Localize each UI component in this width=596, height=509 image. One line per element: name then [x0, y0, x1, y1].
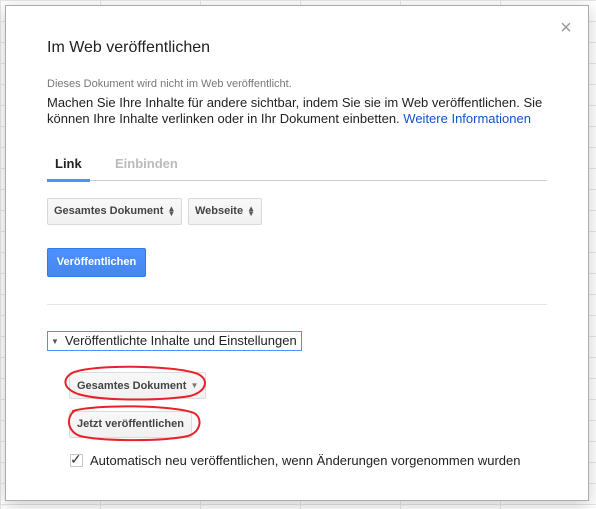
tab-link[interactable]: Link: [47, 156, 90, 182]
scope-select[interactable]: Gesamtes Dokument ▲ ▼: [47, 198, 183, 225]
format-select-value: Webseite: [195, 205, 244, 217]
publish-now-button[interactable]: Jetzt veröffentlichen: [69, 411, 192, 438]
format-select[interactable]: Webseite ▲ ▼: [188, 198, 263, 225]
auto-republish-row: ✓ Automatisch neu veröffentlichen, wenn Ä…: [70, 451, 521, 469]
more-info-link[interactable]: Weitere Informationen: [403, 111, 531, 126]
section-divider: [47, 304, 547, 305]
publish-status-text: Dieses Dokument wird nicht im Web veröff…: [47, 78, 292, 90]
checkmark-icon: ✓: [70, 451, 82, 467]
published-settings-toggle[interactable]: ▼ Veröffentlichte Inhalte und Einstellung…: [47, 331, 302, 351]
tab-embed[interactable]: Einbinden: [107, 156, 186, 179]
dialog-title: Im Web veröffentlichen: [47, 39, 211, 56]
published-settings-label: Veröffentlichte Inhalte und Einstellunge…: [64, 333, 297, 348]
up-down-arrows-icon: ▲ ▼: [167, 204, 176, 219]
caret-down-icon: ▼: [190, 381, 199, 390]
up-down-arrows-icon: ▲ ▼: [247, 204, 256, 219]
publish-to-web-dialog: × Im Web veröffentlichen Dieses Dokument…: [5, 5, 589, 501]
published-scope-dropdown[interactable]: Gesamtes Dokument ▼: [69, 372, 207, 399]
dialog-description: Machen Sie Ihre Inhalte für andere sicht…: [47, 95, 557, 127]
scope-select-value: Gesamtes Dokument: [54, 205, 164, 217]
close-icon[interactable]: ×: [558, 18, 574, 38]
auto-republish-checkbox[interactable]: ✓: [70, 451, 83, 467]
triangle-down-icon: ▼: [51, 337, 59, 346]
auto-republish-label: Automatisch neu veröffentlichen, wenn Än…: [90, 453, 521, 468]
tab-bar: Link Einbinden: [47, 156, 547, 182]
publish-button[interactable]: Veröffentlichen: [47, 248, 146, 277]
published-scope-value: Gesamtes Dokument: [77, 380, 187, 392]
